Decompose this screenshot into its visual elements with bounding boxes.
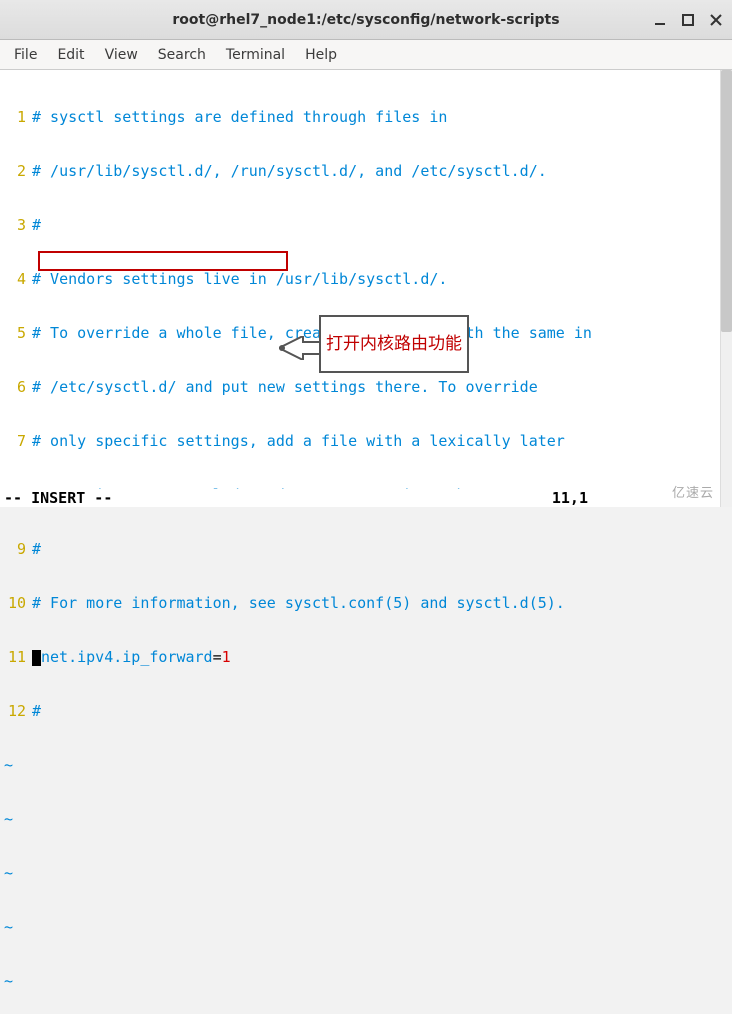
line-number: 10 [4,594,32,612]
code-line: # /etc/sysctl.d/ and put new settings th… [32,378,538,396]
scrollbar[interactable] [720,70,732,507]
menu-terminal[interactable]: Terminal [216,43,295,67]
vim-tilde: ~ [4,810,13,828]
vim-tilde: ~ [4,864,13,882]
code-line: # only specific settings, add a file wit… [32,432,565,450]
watermark: 亿速云 [672,482,714,501]
code-line: # [32,702,41,720]
code-line: # sysctl settings are defined through fi… [32,108,447,126]
window-title: root@rhel7_node1:/etc/sysconfig/network-… [172,12,559,28]
line-number: 12 [4,702,32,720]
line-number: 4 [4,270,32,288]
close-icon [710,14,722,26]
close-button[interactable] [706,10,726,30]
menu-search[interactable]: Search [148,43,216,67]
code-line: # /usr/lib/sysctl.d/, /run/sysctl.d/, an… [32,162,547,180]
vim-status-line: -- INSERT -- 11,1 [4,489,718,507]
menu-file[interactable]: File [4,43,47,67]
line-number: 5 [4,324,32,342]
code-line: net.ipv4.ip_forward=1 [32,648,231,666]
line-number: 9 [4,540,32,558]
text-cursor [32,650,41,666]
minimize-icon [654,14,666,26]
titlebar: root@rhel7_node1:/etc/sysconfig/network-… [0,0,732,40]
line-number: 3 [4,216,32,234]
maximize-icon [682,14,694,26]
terminal-area[interactable]: 1# sysctl settings are defined through f… [0,70,732,507]
line-number: 1 [4,108,32,126]
code-line: # To override a whole file, create a new… [32,324,592,342]
annotation-highlight [38,251,288,271]
line-number: 11 [4,648,32,666]
menubar: File Edit View Search Terminal Help [0,40,732,70]
window-controls [650,10,726,30]
vim-tilde: ~ [4,972,13,990]
vim-tilde: ~ [4,918,13,936]
menu-edit[interactable]: Edit [47,43,94,67]
minimize-button[interactable] [650,10,670,30]
vim-mode: -- INSERT -- [4,489,552,507]
menu-view[interactable]: View [95,43,148,67]
scrollbar-thumb[interactable] [721,70,732,332]
code-line: # [32,540,41,558]
code-line: # Vendors settings live in /usr/lib/sysc… [32,270,447,288]
maximize-button[interactable] [678,10,698,30]
line-number: 6 [4,378,32,396]
line-number: 7 [4,432,32,450]
menu-help[interactable]: Help [295,43,347,67]
line-number: 2 [4,162,32,180]
vim-tilde: ~ [4,756,13,774]
code-line: # [32,216,41,234]
code-line: # For more information, see sysctl.conf(… [32,594,565,612]
